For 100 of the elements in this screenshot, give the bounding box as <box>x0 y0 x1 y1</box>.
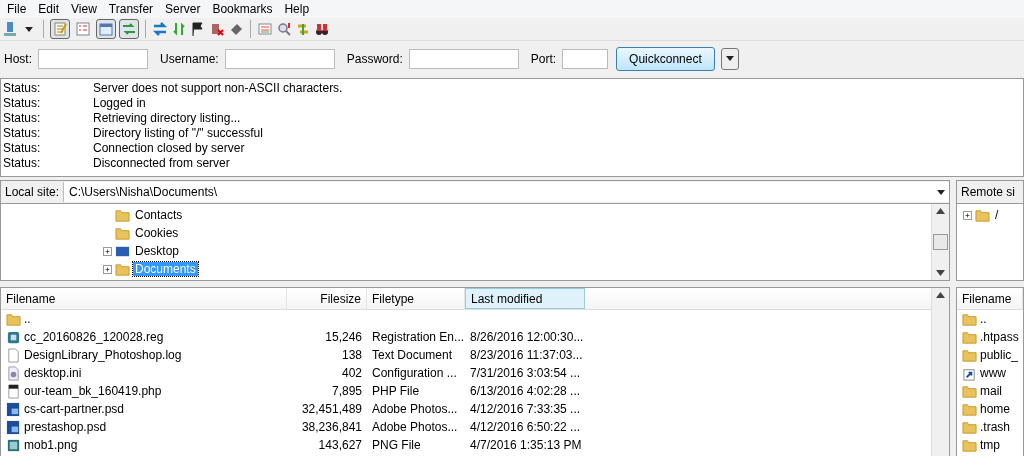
tree-item[interactable]: / <box>993 208 1001 222</box>
binoculars-icon[interactable] <box>314 21 330 37</box>
folder-icon <box>962 383 977 399</box>
file-size: 32,451,489 <box>300 402 363 416</box>
settings-file-icon <box>6 365 21 381</box>
menu-item[interactable]: Edit <box>33 2 65 16</box>
caret-icon <box>937 189 945 195</box>
file-type: PHP File <box>371 384 421 398</box>
log-type: Status: <box>3 141 42 156</box>
input-field[interactable] <box>562 48 609 69</box>
scrollbar[interactable] <box>931 204 949 280</box>
expand-icon[interactable] <box>963 210 972 220</box>
file-name: our-team_bk_160419.php <box>24 384 162 398</box>
scroll-up-icon[interactable] <box>936 208 945 214</box>
quickconnect-button[interactable]: Quickconnect <box>616 46 715 71</box>
log-message: Disconnected from server <box>93 156 230 171</box>
file-name: .. <box>980 312 987 326</box>
folder-icon <box>962 311 977 327</box>
registry-file-icon <box>6 329 21 345</box>
cancel-icon[interactable] <box>209 21 225 37</box>
log-type: Status: <box>3 126 42 141</box>
file-type: Text Document <box>371 348 454 362</box>
folder-icon <box>962 419 977 435</box>
file-size: 143,627 <box>317 438 363 452</box>
field-label: Port: <box>530 51 557 66</box>
flag-icon[interactable] <box>190 21 206 37</box>
log-message: Directory listing of "/" successful <box>93 126 263 141</box>
folder-icon <box>115 261 130 277</box>
folder-icon <box>975 207 990 223</box>
caret-icon <box>725 56 734 61</box>
menu-item[interactable]: Server <box>160 2 206 16</box>
file-type: Adobe Photos... <box>371 420 459 434</box>
column-header[interactable]: Filename <box>957 288 1023 309</box>
path-field[interactable]: C:\Users\Nisha\Documents\ <box>63 182 949 202</box>
modified-date: 7/31/2016 3:03:54 ... <box>469 366 582 380</box>
log-type: Status: <box>3 96 42 111</box>
folder-icon <box>962 347 977 363</box>
document-icon <box>6 347 21 363</box>
file-name: tmp <box>980 438 1000 452</box>
file-size: 38,236,841 <box>300 420 363 434</box>
file-size: 7,895 <box>330 384 363 398</box>
log-message: Connection closed by server <box>93 141 245 156</box>
file-type: PNG File <box>371 438 422 452</box>
remote-site-label: Remote si <box>960 185 1017 199</box>
menu-item[interactable]: Bookmarks <box>207 2 278 16</box>
file-type: Adobe Photos... <box>371 402 459 416</box>
search-icon[interactable] <box>276 21 292 37</box>
refresh-icon[interactable] <box>152 21 168 37</box>
menu-item[interactable]: File <box>2 2 32 16</box>
tree-item[interactable]: Cookies <box>133 226 181 240</box>
file-name: cc_20160826_120028.reg <box>24 330 164 344</box>
file-name: .. <box>24 312 31 326</box>
file-size: 402 <box>340 366 363 380</box>
column-header[interactable]: Last modified <box>465 288 585 309</box>
folder-icon <box>962 401 977 417</box>
log-type: Status: <box>3 156 42 171</box>
scrollbar[interactable] <box>931 288 949 456</box>
file-name: cs-cart-partner.psd <box>24 402 125 416</box>
input-field[interactable] <box>38 48 148 69</box>
file-name: www <box>980 366 1006 380</box>
modified-date: 4/12/2016 6:50:22 ... <box>469 420 582 434</box>
photoshop-file-icon <box>6 419 21 435</box>
scroll-thumb[interactable] <box>933 234 948 250</box>
menu-item[interactable]: Help <box>279 2 315 16</box>
file-name: home <box>980 402 1011 416</box>
input-field[interactable] <box>224 48 335 69</box>
photoshop-file-icon <box>6 401 21 417</box>
tree-item[interactable]: Contacts <box>133 208 185 222</box>
log-type: Status: <box>3 111 42 126</box>
expand-icon[interactable] <box>103 246 112 256</box>
menu-item[interactable]: Transfer <box>103 2 159 16</box>
dropdown-button[interactable] <box>720 47 739 70</box>
field-label: Username: <box>160 51 219 66</box>
expand-icon[interactable] <box>103 264 112 274</box>
scroll-down-icon[interactable] <box>936 270 945 276</box>
folder-icon <box>115 207 130 223</box>
log-message: Server does not support non-ASCII characters. <box>93 81 343 96</box>
local-site-label: Local site: <box>4 185 61 199</box>
file-name: prestashop.psd <box>24 420 107 434</box>
folder-icon <box>115 225 130 241</box>
menu-item[interactable]: View <box>66 2 102 16</box>
field-label: Password: <box>346 51 403 66</box>
column-header[interactable]: Filename <box>1 288 287 309</box>
tree-item[interactable]: Desktop <box>133 244 182 258</box>
input-field[interactable] <box>408 48 519 69</box>
php-file-icon <box>6 383 21 399</box>
file-size: 138 <box>340 348 363 362</box>
file-type: Configuration ... <box>371 366 458 380</box>
file-name: DesignLibrary_Photoshop.log <box>24 348 182 362</box>
column-header[interactable]: Filesize <box>287 288 367 309</box>
file-name: desktop.ini <box>24 366 82 380</box>
file-type: Registration En... <box>371 330 465 344</box>
log-message: Retrieving directory listing... <box>93 111 241 126</box>
folder-icon <box>6 311 21 327</box>
folder-icon <box>962 329 977 345</box>
file-name: .htpass <box>980 330 1019 344</box>
scroll-up-icon[interactable] <box>936 292 945 298</box>
modified-date: 4/7/2016 1:35:13 PM <box>469 438 583 452</box>
modified-date: 8/23/2016 11:37:03... <box>469 348 584 362</box>
file-name: mail <box>980 384 1002 398</box>
